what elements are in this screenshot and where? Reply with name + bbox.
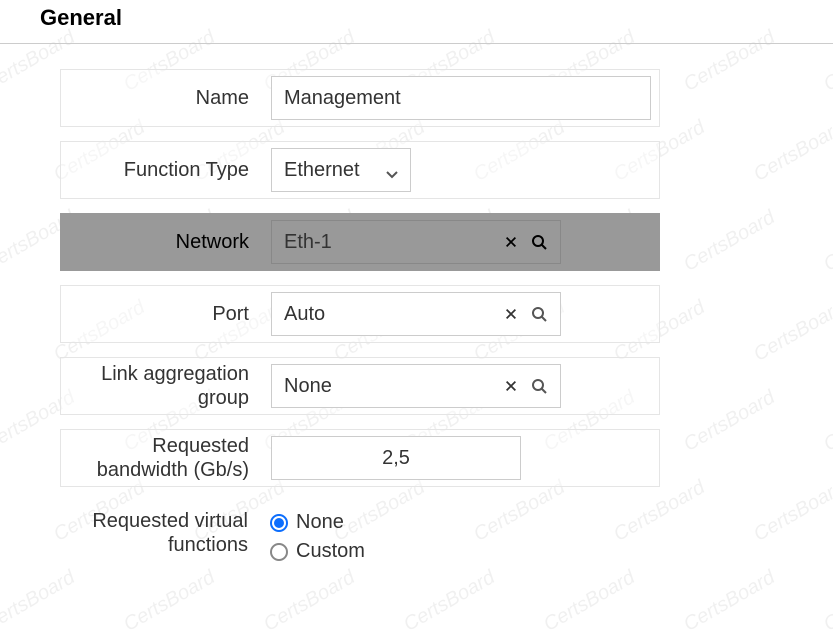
radio-none[interactable]: None xyxy=(270,511,365,534)
network-label: Network xyxy=(61,214,261,270)
lag-label: Link aggregation group xyxy=(61,358,261,414)
port-value: Auto xyxy=(284,303,500,326)
row-virtual-functions: Requested virtual functions None Custom xyxy=(60,501,660,569)
name-input[interactable] xyxy=(271,76,651,120)
network-picker[interactable]: Eth-1 xyxy=(271,220,561,264)
lag-picker[interactable]: None xyxy=(271,364,561,408)
close-icon[interactable] xyxy=(500,375,522,397)
close-icon[interactable] xyxy=(500,303,522,325)
virtual-functions-label: Requested virtual functions xyxy=(60,501,260,561)
bandwidth-label: Requested bandwidth (Gb/s) xyxy=(61,430,261,486)
radio-custom[interactable]: Custom xyxy=(270,540,365,563)
network-value: Eth-1 xyxy=(284,231,500,254)
search-icon[interactable] xyxy=(528,375,550,397)
row-bandwidth: Requested bandwidth (Gb/s) xyxy=(60,429,660,487)
row-function-type: Function Type Ethernet xyxy=(60,141,660,199)
function-type-value: Ethernet xyxy=(284,159,376,182)
virtual-functions-radio-group: None Custom xyxy=(270,507,365,563)
radio-none-label: None xyxy=(296,511,344,534)
search-icon[interactable] xyxy=(528,303,550,325)
row-lag: Link aggregation group None xyxy=(60,357,660,415)
chevron-down-icon xyxy=(386,164,398,176)
lag-value: None xyxy=(284,375,500,398)
row-port: Port Auto xyxy=(60,285,660,343)
name-label: Name xyxy=(61,70,261,126)
port-label: Port xyxy=(61,286,261,342)
radio-icon xyxy=(270,514,288,532)
row-network: Network Eth-1 xyxy=(60,213,660,271)
function-type-label: Function Type xyxy=(61,142,261,198)
bandwidth-input[interactable] xyxy=(271,436,521,480)
function-type-select[interactable]: Ethernet xyxy=(271,148,411,192)
row-name: Name xyxy=(60,69,660,127)
search-icon[interactable] xyxy=(528,231,550,253)
section-divider xyxy=(0,43,833,44)
port-picker[interactable]: Auto xyxy=(271,292,561,336)
section-title: General xyxy=(0,0,833,43)
close-icon[interactable] xyxy=(500,231,522,253)
radio-custom-label: Custom xyxy=(296,540,365,563)
